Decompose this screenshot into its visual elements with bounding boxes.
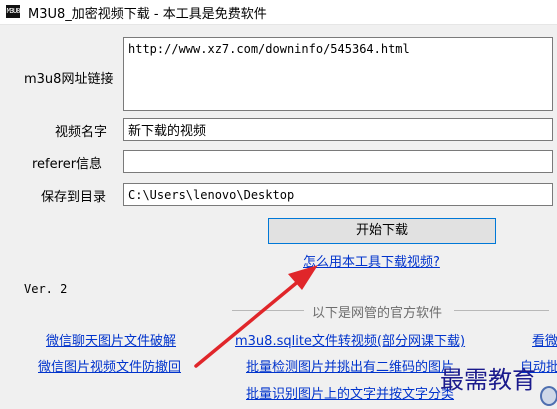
separator-left [232, 310, 304, 311]
app-icon: M3U8 [6, 5, 20, 18]
link-wechat-anti-recall[interactable]: 微信图片视频文件防撤回 [38, 356, 181, 375]
url-label: m3u8网址链接 [24, 72, 114, 87]
official-software-header: 以下是网管的官方软件 [312, 306, 443, 321]
name-input[interactable] [123, 118, 553, 141]
save-dir-input[interactable] [123, 183, 553, 206]
referer-label: referer信息 [32, 157, 103, 172]
start-download-button[interactable]: 开始下载 [268, 218, 496, 244]
separator-right [454, 310, 549, 311]
save-dir-label: 保存到目录 [41, 190, 107, 205]
url-input[interactable]: http://www.xz7.com/downinfo/545364.html [123, 37, 553, 111]
referer-input[interactable] [123, 150, 553, 173]
window-title: M3U8_加密视频下载 - 本工具是免费软件 [28, 7, 267, 22]
link-wechat-view-truncated[interactable]: 看微 [532, 330, 557, 349]
version-label: Ver. 2 [24, 282, 68, 296]
app-logo-icon [540, 386, 557, 406]
name-label: 视频名字 [55, 125, 108, 140]
link-wechat-image-crack[interactable]: 微信聊天图片文件破解 [46, 330, 176, 349]
link-qrcode-detect[interactable]: 批量检测图片并挑出有二维码的图片 [246, 356, 454, 375]
title-bar: M3U8 M3U8_加密视频下载 - 本工具是免费软件 [0, 0, 557, 25]
link-text-recognize[interactable]: 批量识别图片上的文字并按文字分类 [246, 383, 454, 402]
link-m3u8-sqlite-convert[interactable]: m3u8.sqlite文件转视频(部分网课下载) [235, 330, 465, 349]
howto-link[interactable]: 怎么用本工具下载视频? [303, 251, 440, 270]
watermark-text: 最需教育 [440, 366, 536, 394]
